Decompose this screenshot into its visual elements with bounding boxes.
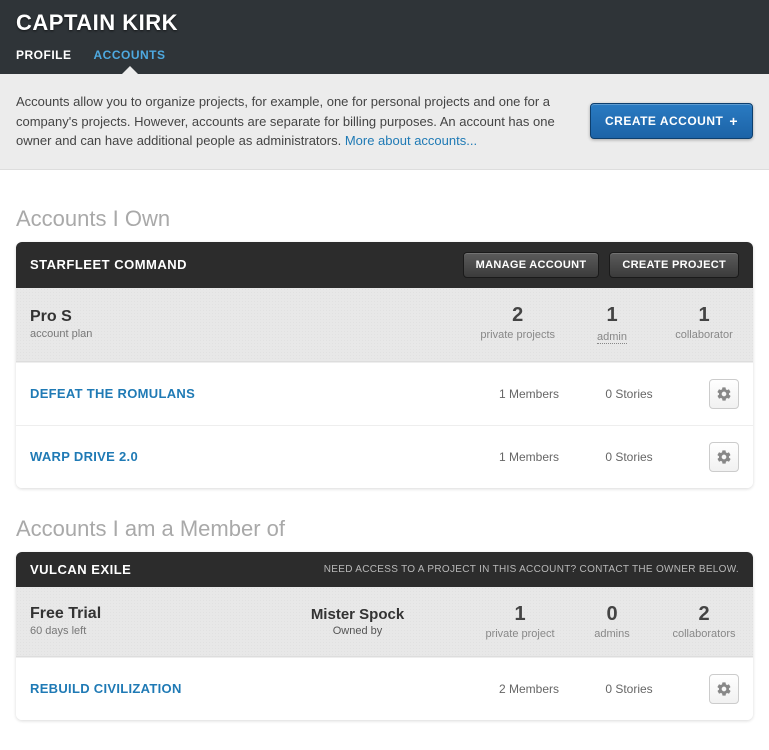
- stats: 1 private project 0 admins 2 collaborato…: [485, 603, 739, 640]
- plan-row: Pro S account plan 2 private projects 1 …: [16, 288, 753, 362]
- stat-num: 1: [485, 603, 555, 626]
- stat-label[interactable]: admin: [597, 331, 627, 344]
- project-row: DEFEAT THE ROMULANS 1 Members 0 Stories: [16, 362, 753, 425]
- project-row: REBUILD CIVILIZATION 2 Members 0 Stories: [16, 657, 753, 720]
- stat-private-projects: 2 private projects: [480, 304, 555, 345]
- header-bar: CAPTAIN KIRK PROFILE ACCOUNTS: [0, 0, 769, 74]
- stat-num: 2: [669, 603, 739, 626]
- stat-num: 1: [669, 304, 739, 327]
- project-stories: 0 Stories: [579, 682, 679, 696]
- stat-num: 2: [480, 304, 555, 327]
- stat-label: admins: [577, 628, 647, 640]
- project-members: 1 Members: [479, 387, 579, 401]
- stat-private-project: 1 private project: [485, 603, 555, 640]
- project-settings-button[interactable]: [709, 379, 739, 409]
- project-link[interactable]: WARP DRIVE 2.0: [30, 449, 479, 464]
- gear-icon: [716, 681, 732, 697]
- intro-text: Accounts allow you to organize projects,…: [16, 92, 570, 151]
- project-members: 1 Members: [479, 450, 579, 464]
- stat-collaborator: 1 collaborator: [669, 304, 739, 345]
- owner-sub: Owned by: [230, 625, 485, 637]
- stats: 2 private projects 1 admin 1 collaborato…: [480, 304, 739, 345]
- section-member: Accounts I am a Member of VULCAN EXILE N…: [16, 516, 753, 720]
- stat-collaborators: 2 collaborators: [669, 603, 739, 640]
- account-name: VULCAN EXILE: [30, 562, 314, 577]
- project-members: 2 Members: [479, 682, 579, 696]
- plan-name: Pro S: [30, 308, 230, 326]
- section-owned: Accounts I Own STARFLEET COMMAND MANAGE …: [16, 206, 753, 488]
- project-settings-button[interactable]: [709, 674, 739, 704]
- plan-sub: account plan: [30, 328, 230, 340]
- stat-admin: 1 admin: [577, 304, 647, 345]
- plan-row: Free Trial 60 days left Mister Spock Own…: [16, 587, 753, 657]
- create-account-button[interactable]: CREATE ACCOUNT +: [590, 103, 753, 139]
- create-project-button[interactable]: CREATE PROJECT: [609, 252, 739, 278]
- plan-sub: 60 days left: [30, 625, 230, 637]
- plan-name: Free Trial: [30, 605, 230, 623]
- stat-admins: 0 admins: [577, 603, 647, 640]
- gear-icon: [716, 386, 732, 402]
- section-title-owned: Accounts I Own: [16, 206, 753, 232]
- account-header: VULCAN EXILE NEED ACCESS TO A PROJECT IN…: [16, 552, 753, 587]
- section-title-member: Accounts I am a Member of: [16, 516, 753, 542]
- project-stories: 0 Stories: [579, 387, 679, 401]
- tabs: PROFILE ACCOUNTS: [16, 48, 753, 74]
- project-row: WARP DRIVE 2.0 1 Members 0 Stories: [16, 425, 753, 488]
- intro-strip: Accounts allow you to organize projects,…: [0, 74, 769, 170]
- tab-accounts[interactable]: ACCOUNTS: [94, 48, 166, 74]
- plus-icon: +: [729, 114, 738, 128]
- account-card-member: VULCAN EXILE NEED ACCESS TO A PROJECT IN…: [16, 552, 753, 720]
- owner-name: Mister Spock: [230, 606, 485, 623]
- owner-column: Mister Spock Owned by: [230, 606, 485, 637]
- project-stories: 0 Stories: [579, 450, 679, 464]
- stat-label: collaborators: [669, 628, 739, 640]
- project-link[interactable]: DEFEAT THE ROMULANS: [30, 386, 479, 401]
- create-account-label: CREATE ACCOUNT: [605, 114, 723, 128]
- project-settings-button[interactable]: [709, 442, 739, 472]
- stat-num: 1: [577, 304, 647, 327]
- manage-account-button[interactable]: MANAGE ACCOUNT: [463, 252, 600, 278]
- page-title: CAPTAIN KIRK: [16, 10, 753, 36]
- stat-label: private project: [485, 628, 555, 640]
- stat-label: collaborator: [669, 329, 739, 341]
- account-card-owned: STARFLEET COMMAND MANAGE ACCOUNT CREATE …: [16, 242, 753, 488]
- more-about-accounts-link[interactable]: More about accounts...: [345, 133, 477, 148]
- stat-num: 0: [577, 603, 647, 626]
- stat-label: private projects: [480, 329, 555, 341]
- account-name: STARFLEET COMMAND: [30, 257, 453, 272]
- tab-profile[interactable]: PROFILE: [16, 48, 72, 74]
- project-link[interactable]: REBUILD CIVILIZATION: [30, 681, 479, 696]
- account-header: STARFLEET COMMAND MANAGE ACCOUNT CREATE …: [16, 242, 753, 288]
- gear-icon: [716, 449, 732, 465]
- account-header-note: NEED ACCESS TO A PROJECT IN THIS ACCOUNT…: [324, 564, 739, 575]
